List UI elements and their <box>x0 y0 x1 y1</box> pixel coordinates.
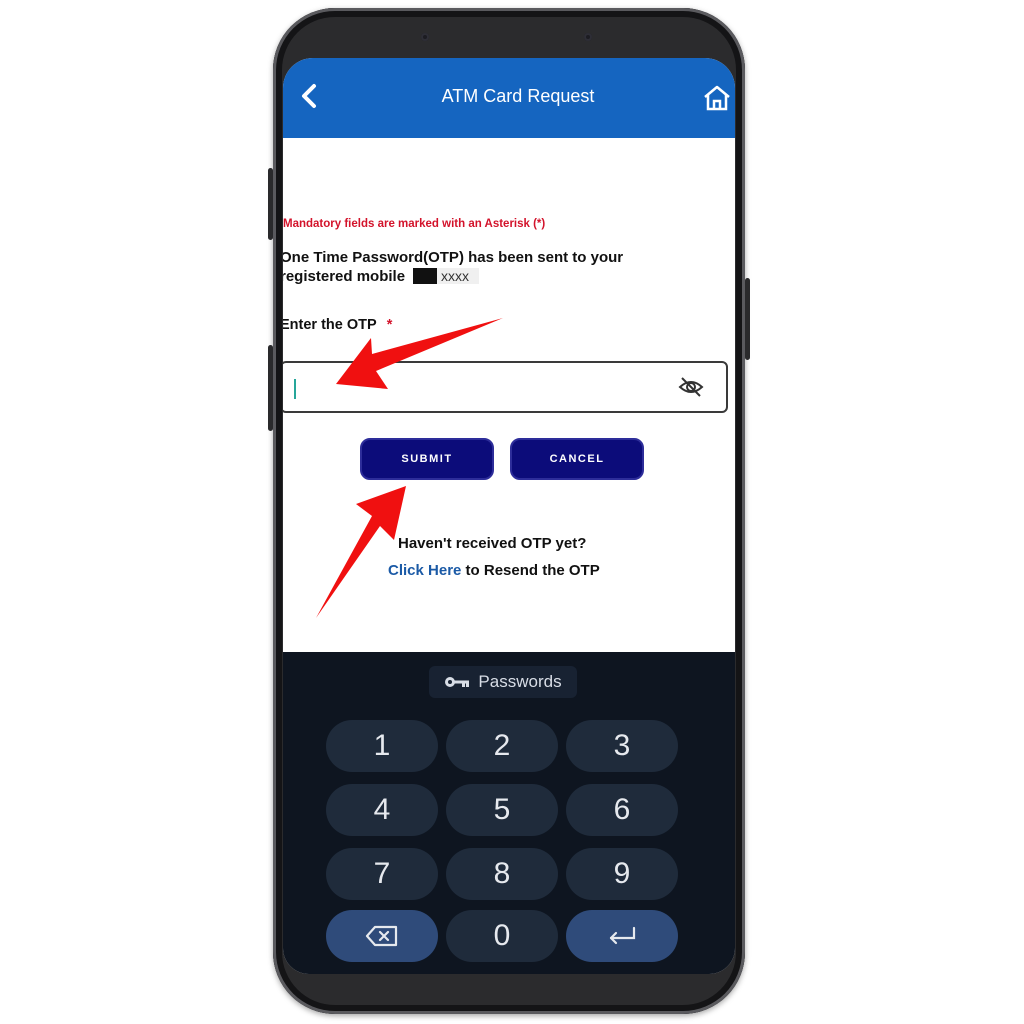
annotation-arrow-to-submit <box>316 486 406 618</box>
